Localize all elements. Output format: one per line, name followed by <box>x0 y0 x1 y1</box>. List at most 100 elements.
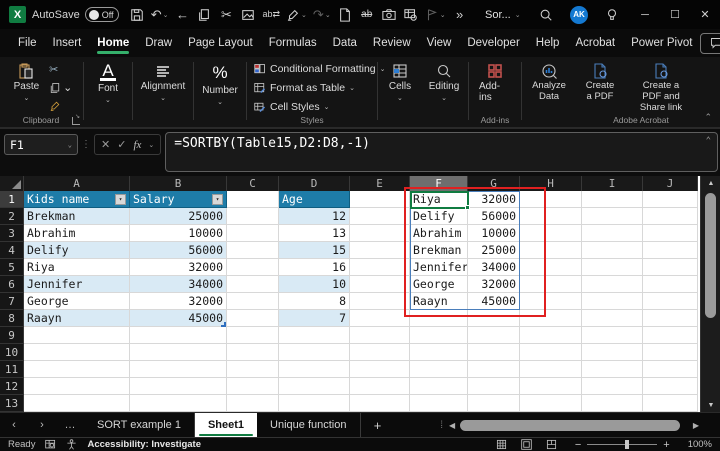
cell-G7[interactable]: 45000 <box>468 293 520 310</box>
cell-D8[interactable]: 7 <box>279 310 350 327</box>
cell-G1[interactable]: 32000 <box>468 191 520 208</box>
cell-J6[interactable] <box>643 276 698 293</box>
cell-D4[interactable]: 15 <box>279 242 350 259</box>
analyze-data-button[interactable]: Analyze Data <box>526 61 572 105</box>
cell-F10[interactable] <box>410 344 468 361</box>
autosave-toggle[interactable]: Off <box>85 7 119 22</box>
cell-styles-button[interactable]: Cell Styles⌄ <box>254 99 329 115</box>
cell-H2[interactable] <box>520 208 582 225</box>
cell-A4[interactable]: Delify <box>24 242 130 259</box>
cell-E9[interactable] <box>350 327 410 344</box>
page-layout-view-icon[interactable] <box>521 439 532 450</box>
row-header-10[interactable]: 10 <box>0 344 24 361</box>
cell-B10[interactable] <box>130 344 227 361</box>
cell-A12[interactable] <box>24 378 130 395</box>
cell-B8[interactable]: 45000 <box>130 310 227 327</box>
collapse-formula-bar-icon[interactable]: ⌃ <box>706 136 711 146</box>
cell-H9[interactable] <box>520 327 582 344</box>
prev-sheet-icon[interactable]: ‹ <box>0 413 28 437</box>
cell-C2[interactable] <box>227 208 279 225</box>
cell-G2[interactable]: 56000 <box>468 208 520 225</box>
cell-B12[interactable] <box>130 378 227 395</box>
cell-G9[interactable] <box>468 327 520 344</box>
tab-draw[interactable]: Draw <box>137 32 180 55</box>
cell-E2[interactable] <box>350 208 410 225</box>
filter-icon[interactable]: ▾ <box>115 194 126 205</box>
tab-formulas[interactable]: Formulas <box>261 32 325 55</box>
strikethrough-icon[interactable]: ab <box>357 4 377 26</box>
document-title[interactable]: Sor...⌄ <box>485 9 521 21</box>
row-header-11[interactable]: 11 <box>0 361 24 378</box>
cell-B11[interactable] <box>130 361 227 378</box>
name-box[interactable]: F1⌄ <box>4 134 78 155</box>
cell-I4[interactable] <box>582 242 643 259</box>
cell-E4[interactable] <box>350 242 410 259</box>
cells-menu-button[interactable]: Cells⌄ <box>383 61 417 104</box>
format-as-table-button[interactable]: Format as Table⌄ <box>254 80 355 96</box>
cell-J12[interactable] <box>643 378 698 395</box>
cell-F11[interactable] <box>410 361 468 378</box>
undo-icon[interactable]: ↶⌄ <box>149 4 171 26</box>
cell-E1[interactable] <box>350 191 410 208</box>
cell-H5[interactable] <box>520 259 582 276</box>
tab-review[interactable]: Review <box>365 32 419 55</box>
tab-power-pivot[interactable]: Power Pivot <box>623 32 700 55</box>
cell-B5[interactable]: 32000 <box>130 259 227 276</box>
macro-record-icon[interactable] <box>45 439 56 450</box>
cell-A2[interactable]: Brekman <box>24 208 130 225</box>
cell-G8[interactable] <box>468 310 520 327</box>
cell-H7[interactable] <box>520 293 582 310</box>
formula-bar-splitter[interactable]: ⋮ <box>81 139 91 150</box>
row-header-8[interactable]: 8 <box>0 310 24 327</box>
column-header-C[interactable]: C <box>227 176 279 191</box>
column-header-J[interactable]: J <box>643 176 698 191</box>
row-header-6[interactable]: 6 <box>0 276 24 293</box>
cell-F2[interactable]: Delify <box>410 208 468 225</box>
cell-I11[interactable] <box>582 361 643 378</box>
cell-D10[interactable] <box>279 344 350 361</box>
zoom-level[interactable]: 100% <box>688 439 712 450</box>
cell-E12[interactable] <box>350 378 410 395</box>
vertical-scrollbar-thumb[interactable] <box>705 193 716 318</box>
cell-H13[interactable] <box>520 395 582 412</box>
scroll-up-icon[interactable]: ▲ <box>701 176 720 190</box>
cell-G13[interactable] <box>468 395 520 412</box>
zoom-slider[interactable] <box>587 444 657 445</box>
tab-scroll-splitter[interactable]: ⁞ <box>440 413 442 437</box>
cell-C13[interactable] <box>227 395 279 412</box>
row-header-9[interactable]: 9 <box>0 327 24 344</box>
cell-E5[interactable] <box>350 259 410 276</box>
back-icon[interactable]: ← <box>172 4 192 26</box>
tab-view[interactable]: View <box>419 32 460 55</box>
minimize-button[interactable]: ─ <box>630 0 660 29</box>
accessibility-status[interactable]: Accessibility: Investigate <box>87 439 201 450</box>
lightbulb-icon[interactable] <box>602 4 622 26</box>
editing-menu-button[interactable]: Editing⌄ <box>423 61 466 104</box>
cell-D9[interactable] <box>279 327 350 344</box>
cell-H3[interactable] <box>520 225 582 242</box>
format-painter-button[interactable] <box>47 97 74 114</box>
more-commands-icon[interactable]: » <box>450 4 470 26</box>
cell-H6[interactable] <box>520 276 582 293</box>
cell-C1[interactable] <box>227 191 279 208</box>
cell-G11[interactable] <box>468 361 520 378</box>
cell-G5[interactable]: 34000 <box>468 259 520 276</box>
cell-A7[interactable]: George <box>24 293 130 310</box>
horizontal-scrollbar[interactable]: ◀ ▶ <box>446 413 702 437</box>
translate-icon[interactable]: ab⇄ <box>260 4 282 26</box>
cell-F7[interactable]: Raayn <box>410 293 468 310</box>
maximize-button[interactable]: ☐ <box>660 0 690 29</box>
cell-J8[interactable] <box>643 310 698 327</box>
column-header-G[interactable]: G <box>468 176 520 191</box>
collapse-ribbon-icon[interactable]: ⌃ <box>704 112 712 123</box>
flag-icon[interactable]: ⌄ <box>423 4 448 26</box>
cell-C10[interactable] <box>227 344 279 361</box>
normal-view-icon[interactable] <box>496 439 507 450</box>
formula-input[interactable]: =SORTBY(Table15,D2:D8,-1) ⌃ <box>165 132 718 172</box>
cell-J3[interactable] <box>643 225 698 242</box>
cell-G6[interactable]: 32000 <box>468 276 520 293</box>
create-pdf-share-button[interactable]: Create a PDF and Share link <box>628 61 694 116</box>
cell-F1[interactable]: Riya <box>410 191 468 208</box>
add-sheet-button[interactable]: + <box>361 413 395 437</box>
cell-B2[interactable]: 25000 <box>130 208 227 225</box>
